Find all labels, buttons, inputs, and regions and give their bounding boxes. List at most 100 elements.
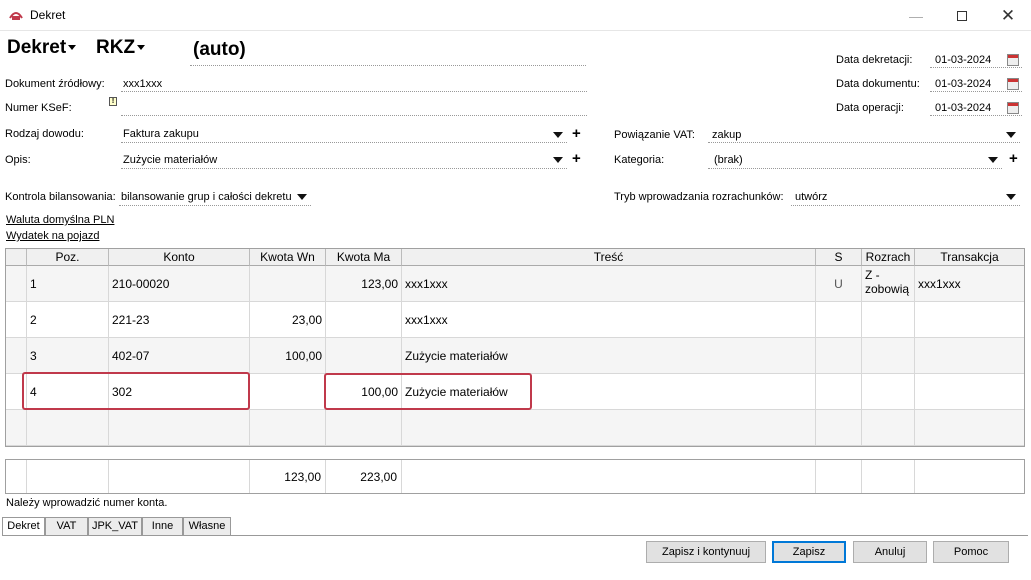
cell-tresc[interactable]: xxx1xxx	[402, 266, 816, 301]
opis-select[interactable]: Zużycie materiałów	[123, 154, 217, 166]
kontrola-dropdown-icon[interactable]	[297, 194, 307, 200]
cell-tresc[interactable]: xxx1xxx	[402, 302, 816, 337]
cell-rozrach[interactable]	[862, 410, 915, 445]
minimize-button[interactable]: —	[893, 0, 939, 31]
cell-kwota-ma[interactable]	[326, 302, 402, 337]
tab-inne[interactable]: Inne	[142, 517, 183, 536]
column-header-tresc[interactable]: Treść	[402, 249, 816, 266]
cell-konto[interactable]: 221-23	[109, 302, 250, 337]
status-message: Należy wprowadzić numer konta.	[6, 497, 168, 509]
table-row[interactable]: 1 210-00020 123,00 xxx1xxx U Z - zobowią…	[6, 266, 1024, 302]
cancel-button[interactable]: Anuluj	[853, 541, 927, 563]
tab-jpk-vat[interactable]: JPK_VAT	[88, 517, 142, 536]
close-button[interactable]: ✕	[985, 0, 1031, 31]
add-rodzaj-icon[interactable]: +	[572, 126, 581, 141]
document-number: (auto)	[193, 39, 246, 60]
save-and-continue-button[interactable]: Zapisz i kontynuuj	[646, 541, 766, 563]
data-dokumentu-underline	[930, 91, 1022, 92]
tab-dekret[interactable]: Dekret	[2, 517, 45, 536]
column-header-s[interactable]: S	[816, 249, 862, 266]
wydatek-link[interactable]: Wydatek na pojazd	[6, 230, 99, 242]
maximize-button[interactable]	[939, 0, 985, 31]
cell-poz[interactable]	[27, 410, 109, 445]
column-header-konto[interactable]: Konto	[109, 249, 250, 266]
cell-s[interactable]: U	[816, 266, 862, 301]
kategoria-select[interactable]: (brak)	[714, 154, 743, 166]
calendar-icon[interactable]	[1007, 102, 1019, 114]
totals-poz	[27, 460, 109, 493]
document-number-underline	[190, 65, 586, 66]
help-button[interactable]: Pomoc	[933, 541, 1009, 563]
cell-konto[interactable]	[109, 410, 250, 445]
powiazanie-label: Powiązanie VAT:	[614, 129, 695, 141]
cell-transakcja[interactable]	[915, 338, 1024, 373]
powiazanie-underline	[708, 142, 1020, 143]
table-row[interactable]: 3 402-07 100,00 Zużycie materiałów	[6, 338, 1024, 374]
data-dokumentu-field[interactable]: 01-03-2024	[935, 78, 991, 90]
cell-konto[interactable]: 402-07	[109, 338, 250, 373]
tryb-dropdown-icon[interactable]	[1006, 194, 1016, 200]
cell-tresc[interactable]	[402, 410, 816, 445]
add-opis-icon[interactable]: +	[572, 151, 581, 166]
cell-kwota-wn[interactable]	[250, 266, 326, 301]
register-dropdown[interactable]: RKZ	[96, 37, 146, 59]
dokument-field[interactable]: xxx1xxx	[123, 78, 162, 90]
table-row[interactable]: 2 221-23 23,00 xxx1xxx	[6, 302, 1024, 338]
table-row-new[interactable]	[6, 410, 1024, 446]
cell-poz[interactable]: 1	[27, 266, 109, 301]
document-type-label: Dekret	[7, 37, 67, 58]
cell-kwota-wn[interactable]: 100,00	[250, 338, 326, 373]
document-type-dropdown[interactable]: Dekret	[7, 37, 77, 59]
opis-dropdown-icon[interactable]	[553, 157, 563, 163]
totals-s	[816, 460, 862, 493]
close-icon: ✕	[1000, 5, 1016, 25]
column-header-kwota-wn[interactable]: Kwota Wn	[250, 249, 326, 266]
powiazanie-dropdown-icon[interactable]	[1006, 132, 1016, 138]
cell-konto[interactable]: 210-00020	[109, 266, 250, 301]
cell-kwota-ma[interactable]	[326, 338, 402, 373]
data-dekretacji-field[interactable]: 01-03-2024	[935, 54, 991, 66]
cell-rozrach[interactable]	[862, 338, 915, 373]
cell-kwota-wn[interactable]	[250, 374, 326, 409]
cell-rozrach[interactable]	[862, 302, 915, 337]
cell-transakcja[interactable]: xxx1xxx	[915, 266, 1024, 301]
warning-icon[interactable]: !	[109, 97, 117, 106]
kontrola-label: Kontrola bilansowania:	[5, 191, 116, 203]
cell-kwota-ma[interactable]	[326, 410, 402, 445]
add-kategoria-icon[interactable]: +	[1009, 151, 1018, 166]
cell-tresc[interactable]: Zużycie materiałów	[402, 338, 816, 373]
kontrola-select[interactable]: bilansowanie grup i całości dekretu	[121, 191, 292, 203]
cell-kwota-ma[interactable]: 123,00	[326, 266, 402, 301]
entries-grid: Poz. Konto Kwota Wn Kwota Ma Treść S Roz…	[5, 248, 1025, 447]
cell-kwota-wn[interactable]	[250, 410, 326, 445]
kategoria-dropdown-icon[interactable]	[988, 157, 998, 163]
cell-s[interactable]	[816, 338, 862, 373]
cell-rozrach[interactable]	[862, 374, 915, 409]
cell-transakcja[interactable]	[915, 302, 1024, 337]
calendar-icon[interactable]	[1007, 54, 1019, 66]
tryb-select[interactable]: utwórz	[795, 191, 827, 203]
cell-poz[interactable]: 3	[27, 338, 109, 373]
cell-s[interactable]	[816, 374, 862, 409]
calendar-icon[interactable]	[1007, 78, 1019, 90]
cell-kwota-wn[interactable]: 23,00	[250, 302, 326, 337]
tab-wlasne[interactable]: Własne	[183, 517, 231, 536]
data-operacji-underline	[930, 115, 1022, 116]
column-header-rozrach[interactable]: Rozrach	[862, 249, 915, 266]
cell-transakcja[interactable]	[915, 410, 1024, 445]
cell-s[interactable]	[816, 410, 862, 445]
cell-s[interactable]	[816, 302, 862, 337]
waluta-link[interactable]: Waluta domyślna PLN	[6, 214, 114, 226]
save-button[interactable]: Zapisz	[772, 541, 846, 563]
column-header-poz[interactable]: Poz.	[27, 249, 109, 266]
column-header-transakcja[interactable]: Transakcja	[915, 249, 1024, 266]
cell-poz[interactable]: 2	[27, 302, 109, 337]
tab-vat[interactable]: VAT	[45, 517, 88, 536]
cell-transakcja[interactable]	[915, 374, 1024, 409]
rodzaj-dropdown-icon[interactable]	[553, 132, 563, 138]
rodzaj-select[interactable]: Faktura zakupu	[123, 128, 199, 140]
data-operacji-field[interactable]: 01-03-2024	[935, 102, 991, 114]
column-header-kwota-ma[interactable]: Kwota Ma	[326, 249, 402, 266]
powiazanie-select[interactable]: zakup	[712, 129, 741, 141]
cell-rozrach[interactable]: Z - zobowią	[862, 266, 915, 301]
